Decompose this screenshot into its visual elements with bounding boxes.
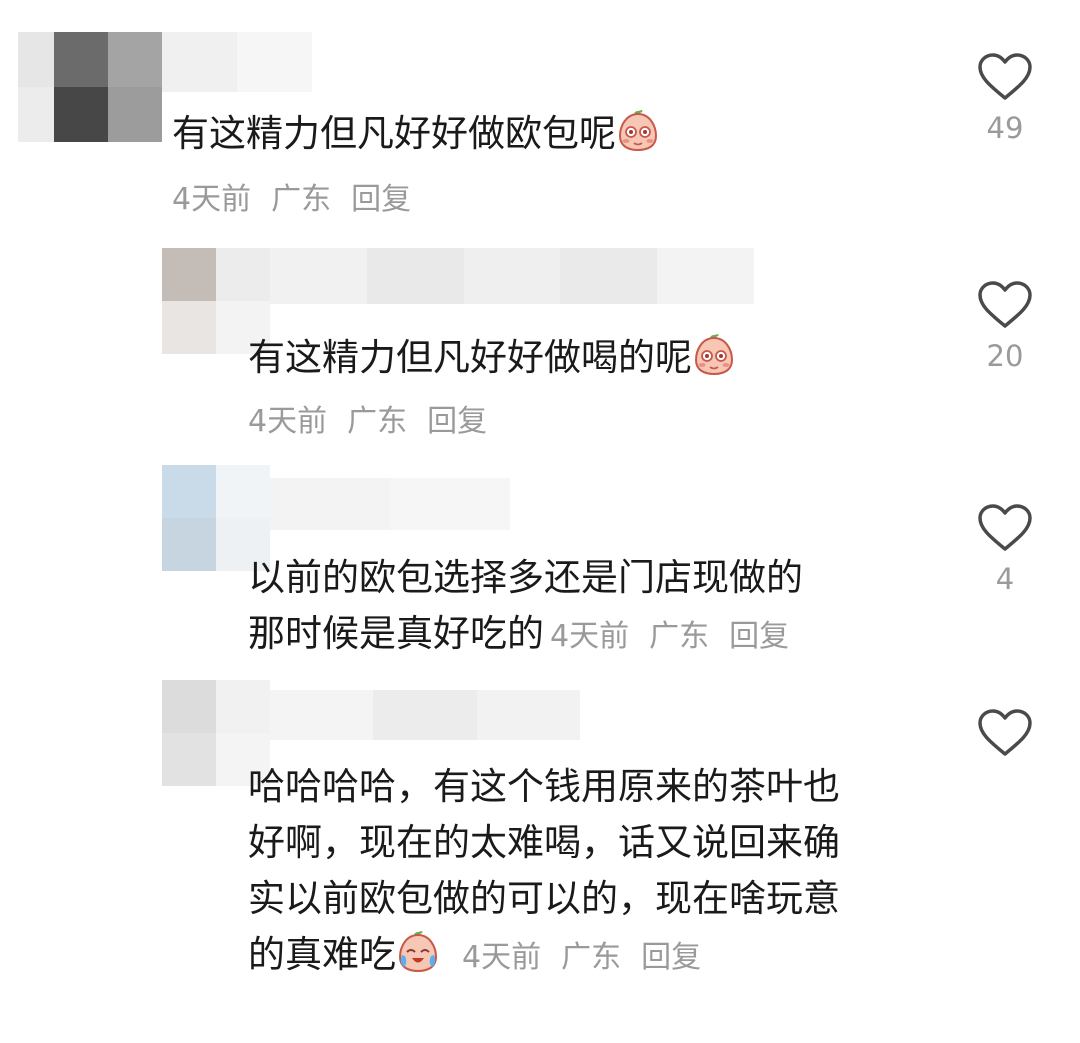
comment-line: 实以前欧包做的可以的，现在啥玩意 [248, 877, 840, 920]
comment-location: 广东 [561, 940, 622, 975]
comment-line: 好啊，现在的太难喝，话又说回来确 [248, 821, 840, 864]
like-button[interactable]: 4 [965, 503, 1045, 597]
comment-line-with-meta: 的真难吃 4天前 广东 回复 [248, 927, 840, 986]
reply-button[interactable]: 回复 [351, 182, 411, 217]
crying-laugh-emoji [398, 931, 438, 973]
like-button[interactable] [965, 708, 1045, 758]
reply-button[interactable]: 回复 [641, 940, 701, 975]
like-count: 4 [995, 562, 1015, 596]
username-blurred[interactable] [162, 32, 312, 92]
heart-icon [978, 53, 1032, 100]
comment-meta: 4天前 广东 回复 [172, 180, 411, 220]
comment-time: 4天前 [172, 182, 252, 217]
comment-meta: 4天前 广东 回复 [462, 940, 701, 975]
comment-time: 4天前 [462, 940, 542, 975]
comment-text: 哈哈哈哈，有这个钱用原来的茶叶也 好啊，现在的太难喝，话又说回来确 实以前欧包做… [248, 759, 840, 986]
smile-blush-emoji [618, 110, 658, 152]
like-button[interactable]: 49 [965, 52, 1045, 146]
comment-location: 广东 [649, 619, 710, 654]
comment-location: 广东 [347, 404, 408, 439]
comment-line-with-meta: 那时候是真好吃的 4天前 广东 回复 [248, 612, 790, 655]
reply-button[interactable]: 回复 [729, 619, 789, 654]
comment-time: 4天前 [550, 619, 630, 654]
heart-icon [978, 504, 1032, 551]
heart-icon [978, 709, 1032, 756]
heart-icon [978, 281, 1032, 328]
comment-line: 以前的欧包选择多还是门店现做的 [248, 556, 803, 599]
like-button[interactable]: 20 [965, 280, 1045, 374]
comment-text: 有这精力但凡好好做欧包呢 [172, 106, 660, 162]
comment-time: 4天前 [248, 404, 328, 439]
username-blurred[interactable] [270, 690, 580, 740]
comment-text: 有这精力但凡好好做喝的呢 [248, 330, 736, 386]
comment-meta: 4天前 广东 回复 [248, 402, 487, 442]
comment-line: 哈哈哈哈，有这个钱用原来的茶叶也 [248, 765, 840, 808]
comment-location: 广东 [271, 182, 332, 217]
comment-text: 以前的欧包选择多还是门店现做的 那时候是真好吃的 4天前 广东 回复 [248, 550, 803, 665]
reply-button[interactable]: 回复 [427, 404, 487, 439]
avatar-blur-center [54, 32, 162, 142]
like-count: 49 [986, 111, 1024, 145]
comment-meta: 4天前 广东 回复 [550, 619, 789, 654]
like-count: 20 [986, 339, 1024, 373]
smile-blush-emoji [694, 334, 734, 376]
username-blurred[interactable] [270, 478, 510, 530]
username-blurred[interactable] [270, 248, 754, 304]
